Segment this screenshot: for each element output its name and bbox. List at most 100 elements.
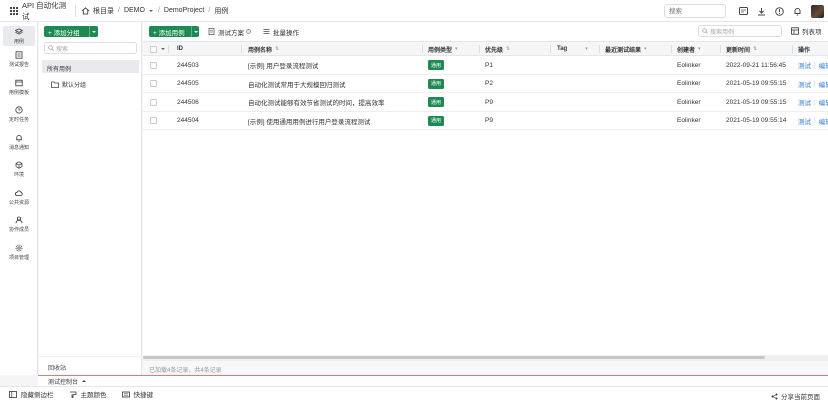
theme-color-button[interactable]: 主题颜色 bbox=[69, 389, 107, 399]
help-circle-icon[interactable]: ? bbox=[246, 29, 251, 34]
nav-item-public-resources[interactable]: 公共资源 bbox=[0, 184, 38, 212]
record-count: 已加载4条记录，共4条记录 bbox=[143, 360, 828, 375]
column-header-id[interactable]: ID bbox=[177, 42, 183, 56]
column-header-creator[interactable]: 创建者 ▾ bbox=[677, 42, 701, 56]
chevron-down-icon[interactable] bbox=[148, 9, 153, 12]
test-link[interactable]: 测试 bbox=[798, 97, 811, 107]
add-case-button[interactable]: + 添加用例 bbox=[149, 26, 199, 37]
cell-name[interactable]: [示例] 使用通用用例进行用户登录流程测试 bbox=[248, 112, 370, 130]
table-row[interactable]: 244503 [示例] 用户登录流程测试 通用 P1 Eolinker 2022… bbox=[143, 56, 828, 75]
table-row[interactable]: 244505 自动化测试常用于大规模回归测试 通用 P2 Eolinker 20… bbox=[143, 75, 828, 93]
column-header-ops: 操作 bbox=[798, 47, 811, 54]
notification-bell-icon[interactable] bbox=[792, 6, 802, 16]
edit-link[interactable]: 编辑 bbox=[819, 116, 828, 126]
row-checkbox[interactable] bbox=[150, 112, 157, 130]
filter-icon[interactable]: ▾ bbox=[698, 46, 701, 52]
cell-id: 244505 bbox=[177, 80, 199, 87]
cell-type: 通用 bbox=[428, 93, 445, 111]
edit-link[interactable]: 编辑 bbox=[819, 60, 828, 70]
table-row[interactable]: 244504 [示例] 使用通用用例进行用户登录流程测试 通用 P9 Eolin… bbox=[143, 112, 828, 130]
nav-item-notifications[interactable]: 消息通知 bbox=[0, 129, 38, 157]
shortcuts-label: 快捷键 bbox=[133, 392, 154, 399]
nav-label: 环境 bbox=[13, 172, 24, 179]
test-console-bar[interactable]: 测试控制台 bbox=[38, 375, 828, 386]
table-header: ID 用例名称 ⇅ 用例类型 ▾ 优先级 ⇅ Tag ▾ 最近测试结果 ▾ 创建者 ▾ 更新… bbox=[143, 41, 828, 56]
sort-icon[interactable]: ⇅ bbox=[275, 46, 279, 52]
recycle-bin[interactable]: 回收站 bbox=[39, 356, 142, 375]
select-dropdown[interactable] bbox=[161, 42, 165, 56]
nav-label: 消息通知 bbox=[8, 144, 29, 151]
download-icon[interactable] bbox=[756, 6, 766, 16]
add-group-dropdown[interactable] bbox=[89, 26, 98, 37]
app-switcher[interactable]: API 自动化测试 bbox=[0, 0, 70, 22]
cell-updated: 2021-05-19 09:55:15 bbox=[726, 98, 787, 106]
hide-sidebar-button[interactable]: 隐藏侧边栏 bbox=[9, 389, 54, 399]
message-icon[interactable] bbox=[738, 6, 748, 16]
cell-updated: 2021-05-19 09:55:15 bbox=[726, 80, 787, 87]
nav-item-environment[interactable]: 环境 bbox=[0, 156, 38, 184]
nav-item-project-settings[interactable]: 项目管理 bbox=[0, 239, 38, 267]
column-header-name[interactable]: 用例名称 ⇅ bbox=[248, 42, 279, 56]
sort-icon[interactable]: ⇅ bbox=[506, 46, 510, 52]
nav-item-reports[interactable]: 测试报告 bbox=[0, 46, 38, 74]
test-plan-button[interactable]: 测试方案 ? bbox=[208, 27, 251, 37]
column-header-type[interactable]: 用例类型 ▾ bbox=[428, 42, 458, 56]
cell-name[interactable]: 自动化测试能够有效节省测试的时间，提高效率 bbox=[248, 93, 385, 111]
breadcrumb-root[interactable]: 根目录 bbox=[93, 6, 114, 16]
group-item-default[interactable]: 默认分组 bbox=[51, 80, 86, 89]
add-case-dropdown[interactable] bbox=[191, 26, 199, 37]
user-avatar[interactable] bbox=[811, 4, 824, 18]
edit-link[interactable]: 编辑 bbox=[819, 79, 828, 89]
filter-icon[interactable]: ▾ bbox=[455, 46, 458, 52]
test-link[interactable]: 测试 bbox=[798, 116, 811, 126]
select-all-checkbox[interactable] bbox=[150, 42, 157, 56]
keyboard-icon bbox=[121, 391, 130, 397]
breadcrumb-separator: / bbox=[118, 7, 120, 14]
nav-item-cases[interactable]: 用例 bbox=[3, 26, 35, 46]
help-icon[interactable] bbox=[774, 6, 784, 16]
breadcrumb-workspace[interactable]: DEMO bbox=[124, 7, 145, 14]
test-link[interactable]: 测试 bbox=[798, 60, 811, 70]
column-header-updated[interactable]: 更新时间 ⇅ bbox=[726, 42, 757, 56]
search-icon bbox=[702, 28, 708, 34]
group-item-all[interactable]: 所有用例 bbox=[42, 60, 139, 73]
sort-icon[interactable]: ⇅ bbox=[753, 46, 757, 52]
case-search-input[interactable]: 搜索用例 bbox=[698, 25, 782, 37]
batch-ops-button[interactable]: 批量操作 bbox=[263, 27, 299, 37]
test-link[interactable]: 测试 bbox=[798, 79, 811, 89]
column-settings-button[interactable]: 列表项 bbox=[791, 26, 822, 36]
column-header-tag[interactable]: Tag ▾ bbox=[557, 42, 588, 56]
column-header-priority[interactable]: 优先级 ⇅ bbox=[485, 42, 510, 56]
cell-type: 通用 bbox=[428, 56, 445, 74]
theme-icon bbox=[69, 391, 76, 398]
group-search-input[interactable]: 搜索 bbox=[44, 42, 137, 54]
nav-item-templates[interactable]: 用例模板 bbox=[0, 74, 38, 102]
edit-link[interactable]: 编辑 bbox=[819, 97, 828, 107]
row-checkbox[interactable] bbox=[150, 56, 157, 74]
breadcrumb-project[interactable]: DemoProject bbox=[164, 7, 204, 14]
share-page-button[interactable]: 分享当前页面 bbox=[771, 391, 820, 401]
column-header-last-result[interactable]: 最近测试结果 ▾ bbox=[605, 42, 647, 56]
add-group-button[interactable]: + 添加分组 bbox=[44, 26, 98, 37]
share-page-label: 分享当前页面 bbox=[781, 394, 820, 401]
cell-name[interactable]: [示例] 用户登录流程测试 bbox=[248, 56, 318, 74]
clock-icon bbox=[15, 106, 23, 114]
chevron-up-icon[interactable] bbox=[82, 380, 87, 382]
nav-item-schedules[interactable]: 定时任务 bbox=[0, 101, 38, 129]
filter-icon[interactable]: ▾ bbox=[644, 46, 647, 52]
global-search-input[interactable] bbox=[664, 4, 726, 18]
filter-icon[interactable]: ▾ bbox=[585, 46, 588, 52]
cell-ops: 测试|编辑 bbox=[798, 93, 828, 111]
document-icon bbox=[208, 28, 215, 35]
table-row[interactable]: 244506 自动化测试能够有效节省测试的时间，提高效率 通用 P9 Eolin… bbox=[143, 93, 828, 112]
nav-item-members[interactable]: 协作成员 bbox=[0, 211, 38, 239]
row-checkbox[interactable] bbox=[150, 93, 157, 111]
cell-name[interactable]: 自动化测试常用于大规模回归测试 bbox=[248, 75, 346, 93]
scrollbar-thumb[interactable] bbox=[143, 356, 765, 359]
cell-ops: 测试|编辑 bbox=[798, 75, 828, 93]
gear-icon bbox=[15, 244, 23, 252]
row-checkbox[interactable] bbox=[150, 75, 157, 93]
nav-label: 公共资源 bbox=[8, 199, 29, 206]
divider bbox=[75, 4, 76, 17]
shortcuts-button[interactable]: 快捷键 bbox=[121, 389, 154, 399]
